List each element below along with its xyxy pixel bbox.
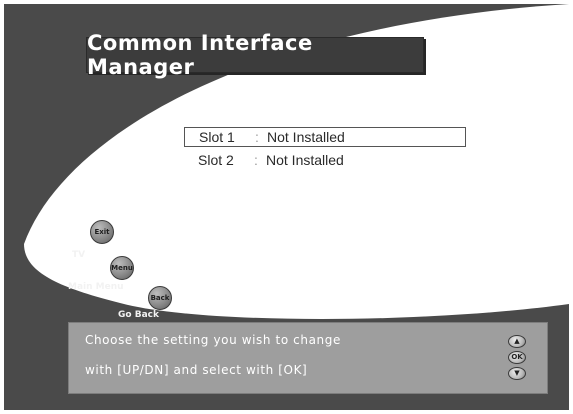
tv-screen: Common Interface Manager Slot 1 : Not In… <box>4 4 569 410</box>
slot-list: Slot 1 : Not Installed Slot 2 : Not Inst… <box>184 127 466 170</box>
slot-row-1[interactable]: Slot 1 : Not Installed <box>184 127 466 147</box>
nav-icons: ▲ OK ▼ <box>507 335 529 385</box>
slot-separator: : <box>254 152 258 168</box>
slot-status: Not Installed <box>266 152 344 168</box>
slot-status: Not Installed <box>267 129 345 145</box>
help-line-1: Choose the setting you wish to change <box>85 333 341 347</box>
ok-icon-text: OK <box>511 353 523 361</box>
help-line-2: with [UP/DN] and select with [OK] <box>85 363 308 377</box>
slot-label: Slot 1 <box>199 129 235 145</box>
back-button-label: Go Back <box>118 310 159 320</box>
exit-button[interactable]: Exit <box>90 220 114 244</box>
help-panel: Choose the setting you wish to change wi… <box>68 322 548 394</box>
ok-icon[interactable]: OK <box>508 351 526 364</box>
slot-row-2[interactable]: Slot 2 : Not Installed <box>184 150 466 170</box>
page-title: Common Interface Manager <box>86 31 424 79</box>
page-title-text: Common Interface Manager <box>87 31 313 79</box>
back-button[interactable]: Back <box>148 286 172 310</box>
menu-icon-text: Menu <box>111 264 133 272</box>
up-arrow-icon[interactable]: ▲ <box>508 335 526 348</box>
menu-button[interactable]: Menu <box>110 256 134 280</box>
back-icon-text: Back <box>150 294 170 302</box>
menu-button-label: Main Menu <box>68 282 124 292</box>
exit-button-label: TV <box>72 250 86 260</box>
slot-separator: : <box>255 129 259 145</box>
down-arrow-icon[interactable]: ▼ <box>508 367 526 380</box>
exit-icon-text: Exit <box>94 228 110 236</box>
slot-label: Slot 2 <box>198 152 234 168</box>
